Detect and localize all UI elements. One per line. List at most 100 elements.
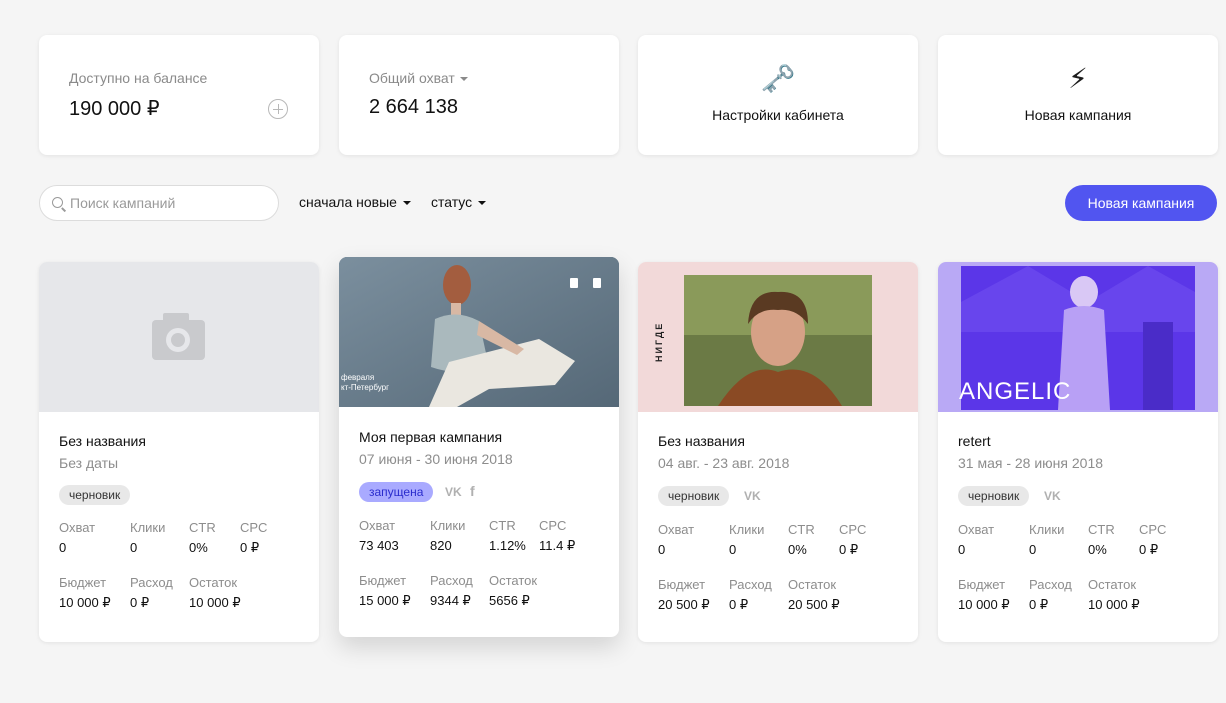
spent-stat-label: Расход bbox=[729, 577, 772, 592]
clicks-stat-label: Клики bbox=[130, 520, 166, 535]
spent-value: 0 ₽ bbox=[1029, 597, 1049, 612]
new-campaign-button[interactable]: Новая кампания bbox=[1065, 185, 1217, 221]
spent-value: 0 ₽ bbox=[130, 595, 150, 610]
balance-label: Доступно на балансе bbox=[69, 70, 208, 86]
reach-value: 2 664 138 bbox=[369, 96, 458, 118]
campaign-date: Без даты bbox=[59, 455, 119, 471]
spent-stat-label: Расход bbox=[1029, 577, 1072, 592]
campaign-card[interactable]: февраля кт-Петербург Моя первая кампания… bbox=[339, 257, 619, 637]
cpc-value: 0 ₽ bbox=[1139, 542, 1159, 557]
image-caption: февраля кт-Петербург bbox=[341, 373, 389, 393]
status-dropdown[interactable]: статус bbox=[431, 194, 487, 210]
budget-value: 10 000 ₽ bbox=[958, 597, 1010, 612]
ctr-stat-label: CTR bbox=[189, 520, 216, 535]
budget-value: 10 000 ₽ bbox=[59, 595, 111, 610]
ctr-value: 0% bbox=[788, 542, 807, 557]
remaining-value: 10 000 ₽ bbox=[189, 595, 241, 610]
cpc-stat-label: CPC bbox=[539, 518, 567, 533]
campaign-date: 07 июня - 30 июня 2018 bbox=[359, 451, 513, 467]
clicks-value: 0 bbox=[130, 540, 138, 555]
clicks-stat-label: Клики bbox=[729, 522, 765, 537]
reach-value: 0 bbox=[658, 542, 666, 557]
ctr-stat-label: CTR bbox=[788, 522, 815, 537]
ctr-value: 0% bbox=[189, 540, 208, 555]
add-funds-icon[interactable] bbox=[268, 99, 288, 119]
status-badge: черновик bbox=[958, 486, 1030, 506]
new-campaign-card[interactable]: ⚡ Новая кампания bbox=[938, 35, 1218, 155]
campaign-card[interactable]: Без названия Без даты черновик Охват Кли… bbox=[39, 262, 319, 642]
lightning-icon: ⚡ bbox=[1068, 63, 1088, 94]
search-icon bbox=[52, 197, 63, 208]
search-input[interactable] bbox=[70, 186, 270, 220]
remaining-value: 20 500 ₽ bbox=[788, 597, 840, 612]
facebook-icon: f bbox=[470, 483, 475, 499]
image-caption-line: кт-Петербург bbox=[341, 383, 390, 392]
remaining-stat-label: Остаток bbox=[489, 573, 538, 588]
vk-icon: VK bbox=[445, 485, 462, 499]
budget-stat-label: Бюджет bbox=[59, 575, 107, 590]
reach-label[interactable]: Общий охват bbox=[369, 70, 468, 86]
spent-value: 9344 ₽ bbox=[430, 593, 471, 608]
reach-card: Общий охват 2 664 138 bbox=[339, 35, 619, 155]
image-caption: НИГДЕ bbox=[654, 321, 664, 362]
image-caption: ANGELIC bbox=[959, 378, 1072, 405]
status-label: статус bbox=[431, 194, 473, 210]
budget-value: 20 500 ₽ bbox=[658, 597, 710, 612]
ctr-value: 0% bbox=[1088, 542, 1107, 557]
campaign-title: Без названия bbox=[658, 433, 745, 449]
chevron-down-icon bbox=[402, 201, 411, 206]
status-badge: черновик bbox=[59, 485, 131, 505]
account-settings-label: Настройки кабинета bbox=[712, 107, 844, 123]
reach-stat-label: Охват bbox=[59, 520, 96, 535]
vk-icon: VK bbox=[744, 489, 761, 503]
budget-stat-label: Бюджет bbox=[359, 573, 407, 588]
cpc-stat-label: CPC bbox=[1139, 522, 1167, 537]
budget-stat-label: Бюджет bbox=[658, 577, 706, 592]
status-badge: черновик bbox=[658, 486, 730, 506]
remaining-value: 5656 ₽ bbox=[489, 593, 530, 608]
remaining-stat-label: Остаток bbox=[1088, 577, 1137, 592]
campaign-card[interactable]: ANGELIC retert 31 мая - 28 июня 2018 чер… bbox=[938, 262, 1218, 642]
campaign-date: 04 авг. - 23 авг. 2018 bbox=[658, 455, 790, 471]
copy-icon[interactable] bbox=[570, 278, 578, 288]
balance-value: 190 000 ₽ bbox=[69, 98, 160, 120]
campaign-date: 31 мая - 28 июня 2018 bbox=[958, 455, 1104, 471]
reach-value: 73 403 bbox=[359, 538, 399, 553]
reach-label-text: Общий охват bbox=[369, 70, 455, 86]
image-caption-line: февраля bbox=[341, 373, 375, 382]
campaign-card[interactable]: НИГДЕ Без названия 04 авг. - 23 авг. 201… bbox=[638, 262, 918, 642]
reach-stat-label: Охват bbox=[658, 522, 695, 537]
campaign-title: Моя первая кампания bbox=[359, 429, 503, 445]
campaign-image-placeholder bbox=[39, 262, 319, 412]
campaign-photo bbox=[684, 275, 872, 406]
reach-stat-label: Охват bbox=[958, 522, 995, 537]
reach-stat-label: Охват bbox=[359, 518, 396, 533]
cpc-value: 0 ₽ bbox=[839, 542, 859, 557]
budget-value: 15 000 ₽ bbox=[359, 593, 411, 608]
remaining-stat-label: Остаток bbox=[189, 575, 238, 590]
cpc-value: 11.4 ₽ bbox=[539, 538, 576, 553]
sort-label: сначала новые bbox=[299, 194, 397, 210]
reach-value: 0 bbox=[59, 540, 67, 555]
camera-icon bbox=[152, 313, 205, 360]
reach-value: 0 bbox=[958, 542, 966, 557]
status-badge: запущена bbox=[359, 482, 434, 502]
cpc-value: 0 ₽ bbox=[240, 540, 260, 555]
clicks-value: 0 bbox=[729, 542, 737, 557]
cpc-stat-label: CPC bbox=[839, 522, 867, 537]
balance-card: Доступно на балансе 190 000 ₽ bbox=[39, 35, 319, 155]
spent-stat-label: Расход bbox=[130, 575, 173, 590]
clicks-value: 0 bbox=[1029, 542, 1037, 557]
vk-icon: VK bbox=[1044, 489, 1061, 503]
search-box bbox=[39, 185, 279, 221]
campaign-image: февраля кт-Петербург bbox=[339, 257, 619, 407]
cpc-stat-label: CPC bbox=[240, 520, 268, 535]
remaining-value: 10 000 ₽ bbox=[1088, 597, 1140, 612]
sort-dropdown[interactable]: сначала новые bbox=[299, 194, 411, 210]
delete-icon[interactable] bbox=[593, 278, 601, 288]
account-settings-card[interactable]: 🗝️ Настройки кабинета bbox=[638, 35, 918, 155]
budget-stat-label: Бюджет bbox=[958, 577, 1006, 592]
remaining-stat-label: Остаток bbox=[788, 577, 837, 592]
clicks-stat-label: Клики bbox=[1029, 522, 1065, 537]
chevron-down-icon bbox=[459, 77, 468, 82]
